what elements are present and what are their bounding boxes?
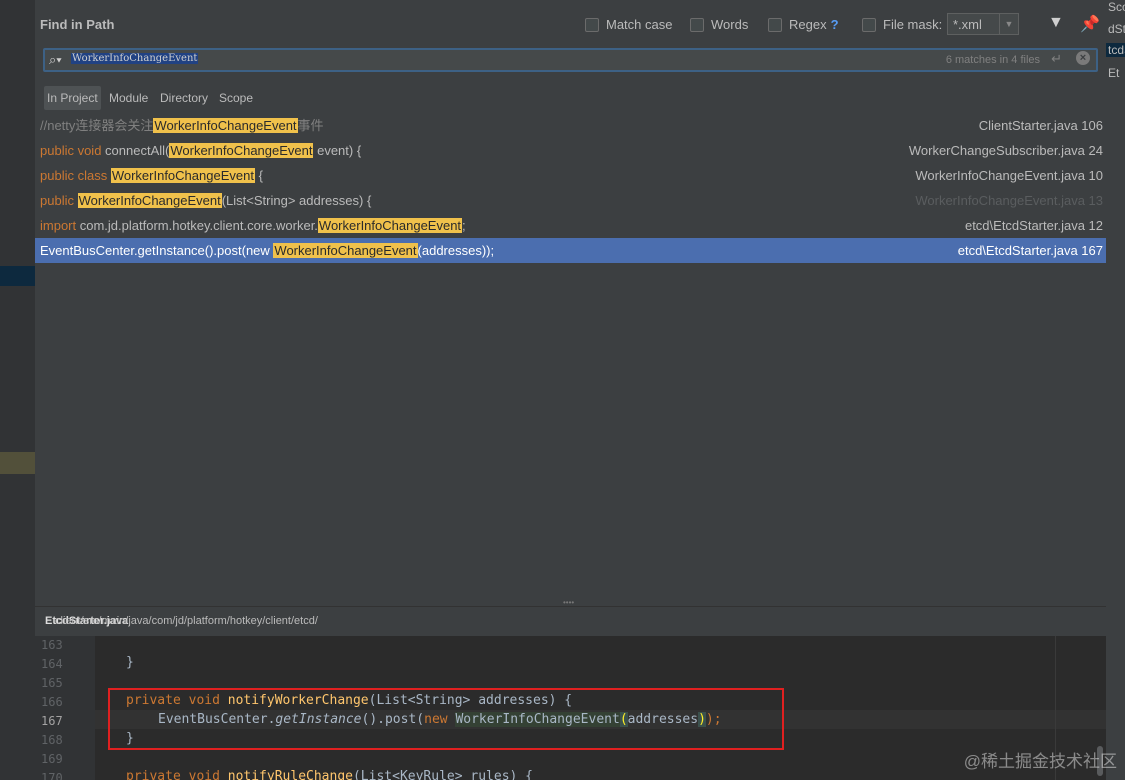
annotation-highlight-box <box>108 688 784 750</box>
line-number-gutter: 163 164 165 166 167 168 169 170 <box>35 636 95 780</box>
result-code: public void connectAll(WorkerInfoChangeE… <box>40 138 361 163</box>
path-prefix: client/src/main/java/com/jd/platform/hot… <box>55 615 318 627</box>
result-text: (addresses)); <box>417 243 495 258</box>
result-text: event) { <box>313 143 362 158</box>
result-row[interactable]: public class WorkerInfoChangeEvent { Wor… <box>35 163 1106 188</box>
dialog-title: Find in Path <box>40 17 115 32</box>
regex-help-link[interactable]: ? <box>831 17 839 32</box>
match-case-checkbox[interactable]: Match case <box>585 17 672 32</box>
match-count: 6 matches in 4 files <box>945 54 1040 66</box>
result-match: WorkerInfoChangeEvent <box>169 143 314 158</box>
line-number: 169 <box>41 752 63 766</box>
result-code: public WorkerInfoChangeEvent(List<String… <box>40 188 371 213</box>
result-keyword: public void <box>40 143 102 158</box>
result-row[interactable]: import com.jd.platform.hotkey.client.cor… <box>35 213 1106 238</box>
newline-icon[interactable]: ↵ <box>1051 51 1062 67</box>
result-text: connectAll( <box>101 143 170 158</box>
result-file: WorkerInfoChangeEvent.java 10 <box>915 168 1103 183</box>
chevron-down-icon[interactable]: ▼ <box>999 14 1018 34</box>
line-number: 170 <box>41 771 63 780</box>
filter-icon[interactable]: ▼ <box>1048 14 1064 32</box>
words-checkbox[interactable]: Words <box>690 17 748 32</box>
background-highlighted-line <box>0 452 35 474</box>
line-number: 168 <box>41 733 63 747</box>
result-file: WorkerChangeSubscriber.java 24 <box>908 143 1103 158</box>
line-number: 164 <box>41 657 63 671</box>
watermark: @稀土掘金技术社区 <box>963 752 1117 771</box>
find-in-path-dialog: Find in Path Match case Words Regex ? Fi… <box>35 0 1106 780</box>
result-row[interactable]: public WorkerInfoChangeEvent(List<String… <box>35 188 1106 213</box>
result-code: public class WorkerInfoChangeEvent { <box>40 163 263 188</box>
match-case-label: Match case <box>606 17 673 32</box>
regex-label: Regex <box>789 17 827 32</box>
pin-icon[interactable]: 📌 <box>1080 14 1100 34</box>
background-label: Et <box>1108 66 1120 80</box>
code-method: notifyRuleChange <box>227 769 353 780</box>
background-project-panel: Sco dSta tcdS Et <box>1106 0 1125 780</box>
words-label: Words <box>711 17 749 32</box>
preview-path: client/src/main/java/com/jd/platform/hot… <box>35 606 1106 636</box>
result-match: WorkerInfoChangeEvent <box>317 218 463 233</box>
result-keyword: public <box>40 193 74 208</box>
result-code: import com.jd.platform.hotkey.client.cor… <box>40 213 466 238</box>
result-text: com.jd.platform.hotkey.client.core.worke… <box>76 218 318 233</box>
search-icon[interactable]: ⌕▾ <box>49 52 62 68</box>
tab-scope[interactable]: Scope <box>216 86 256 110</box>
result-match: WorkerInfoChangeEvent <box>273 243 418 258</box>
result-code: EventBusCenter.getInstance().post(new Wo… <box>40 238 494 263</box>
code-line: private void notifyRuleChange(List<KeyRu… <box>126 769 533 780</box>
line-number: 166 <box>41 695 63 709</box>
checkbox-box[interactable] <box>690 17 704 32</box>
tab-module[interactable]: Module <box>106 86 151 110</box>
clear-icon[interactable]: × <box>1076 51 1090 65</box>
result-text: { <box>254 168 263 183</box>
result-text: //netty连接器会关注 <box>40 118 154 133</box>
result-match: WorkerInfoChangeEvent <box>153 118 298 133</box>
result-match: WorkerInfoChangeEvent <box>110 168 255 183</box>
result-code: //netty连接器会关注WorkerInfoChangeEvent事件 <box>40 113 324 138</box>
result-keyword: import <box>40 218 77 233</box>
result-file: etcd\EtcdStarter.java 167 <box>957 243 1103 258</box>
background-label: Sco <box>1108 0 1125 14</box>
checkbox-box[interactable] <box>585 17 599 32</box>
result-keyword: public class <box>40 168 108 183</box>
file-mask-dropdown[interactable]: *.xml ▼ <box>947 13 1019 35</box>
search-input[interactable]: ⌕▾ WorkerInfoChangeEvent 6 matches in 4 … <box>43 48 1098 72</box>
background-label: tcdS <box>1106 43 1125 57</box>
background-selected-line <box>0 266 35 286</box>
code-text: } <box>126 655 134 670</box>
background-label: dSta <box>1108 22 1125 36</box>
result-match: WorkerInfoChangeEvent <box>77 193 222 208</box>
regex-checkbox[interactable]: Regex ? <box>768 17 839 32</box>
checkbox-box[interactable] <box>768 17 782 32</box>
result-text: ; <box>462 218 466 233</box>
result-text: 事件 <box>297 118 324 133</box>
result-file: ClientStarter.java 106 <box>978 118 1103 133</box>
file-mask-value: *.xml <box>953 16 982 32</box>
code-text: (List<KeyRule> rules) { <box>352 769 533 780</box>
result-text: EventBusCenter.getInstance().post(new <box>40 243 274 258</box>
result-row[interactable]: public void connectAll(WorkerInfoChangeE… <box>35 138 1106 163</box>
file-mask-label: File mask: <box>883 17 943 32</box>
tab-in-project[interactable]: In Project <box>44 86 101 110</box>
line-number: 163 <box>41 638 63 652</box>
line-number: 167 <box>41 714 63 728</box>
search-query[interactable]: WorkerInfoChangeEvent <box>71 53 199 64</box>
result-text: (List<String> addresses) { <box>221 193 372 208</box>
background-editor-gutter <box>0 0 35 780</box>
preview-path-text: client/src/main/java/com/jd/platform/hot… <box>45 607 318 636</box>
file-mask-checkbox[interactable]: File mask: <box>862 17 942 32</box>
code-line: } <box>126 655 134 670</box>
code-keyword: private void <box>126 769 228 780</box>
result-row-selected[interactable]: EventBusCenter.getInstance().post(new Wo… <box>35 238 1106 263</box>
result-file: etcd\EtcdStarter.java 12 <box>964 218 1103 233</box>
result-row[interactable]: //netty连接器会关注WorkerInfoChangeEvent事件 Cli… <box>35 113 1106 138</box>
checkbox-box[interactable] <box>862 17 876 32</box>
code-preview[interactable]: 163 164 165 166 167 168 169 170 } privat… <box>35 636 1106 780</box>
tab-directory[interactable]: Directory <box>157 86 211 110</box>
line-number: 165 <box>41 676 63 690</box>
result-file: WorkerInfoChangeEvent.java 13 <box>915 193 1103 208</box>
